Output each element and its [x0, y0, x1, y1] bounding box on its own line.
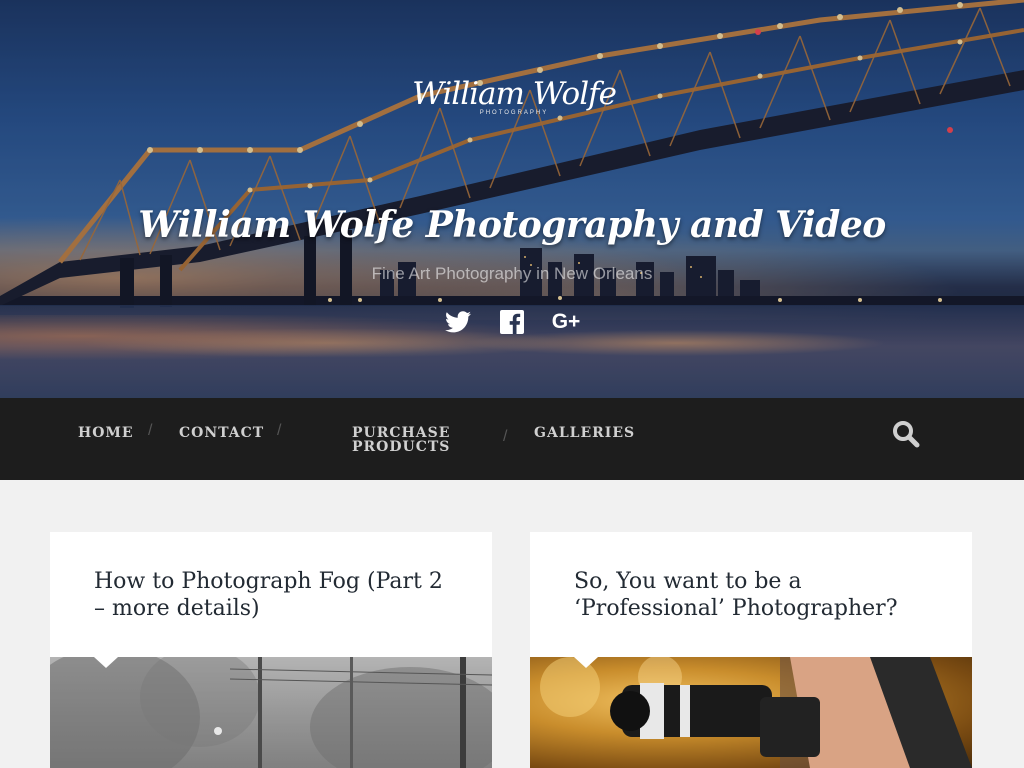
site-description: Fine Art Photography in New Orleans [371, 264, 653, 283]
logo-script-text: William Wolfe [412, 76, 617, 112]
nav-item-contact[interactable]: CONTACT [179, 426, 264, 440]
post-card[interactable]: How to Photograph Fog (Part 2 – more det… [50, 532, 492, 768]
post-title[interactable]: So, You want to be a ‘Professional’ Phot… [574, 568, 934, 622]
site-title[interactable]: William Wolfe Photography and Video [0, 204, 1024, 246]
twitter-icon[interactable] [442, 306, 474, 338]
nav-item-purchase-products[interactable]: PURCHASE PRODUCTS [352, 426, 472, 454]
post-card[interactable]: So, You want to be a ‘Professional’ Phot… [530, 532, 972, 768]
nav-separator: / [277, 422, 282, 439]
nav-item-home[interactable]: HOME [78, 426, 134, 440]
search-icon[interactable] [892, 420, 920, 448]
nav-separator: / [503, 428, 508, 445]
post-title[interactable]: How to Photograph Fog (Part 2 – more det… [94, 568, 454, 622]
nav-item-galleries[interactable]: GALLERIES [534, 426, 635, 440]
card-pointer [574, 657, 598, 668]
nav-separator: / [148, 422, 153, 439]
site-logo[interactable]: William Wolfe PHOTOGRAPHY [412, 62, 617, 146]
post-thumbnail-fog[interactable] [50, 657, 492, 768]
post-thumbnail-photographer[interactable] [530, 657, 972, 768]
main-navigation: HOME / CONTACT / PURCHASE PRODUCTS / GAL… [0, 398, 1024, 480]
card-pointer [94, 657, 118, 668]
header-hero: William Wolfe PHOTOGRAPHY William Wolfe … [0, 0, 1024, 398]
facebook-icon[interactable] [496, 306, 528, 338]
google-plus-icon[interactable]: G+ [550, 306, 582, 338]
social-links: G+ [0, 306, 1024, 338]
